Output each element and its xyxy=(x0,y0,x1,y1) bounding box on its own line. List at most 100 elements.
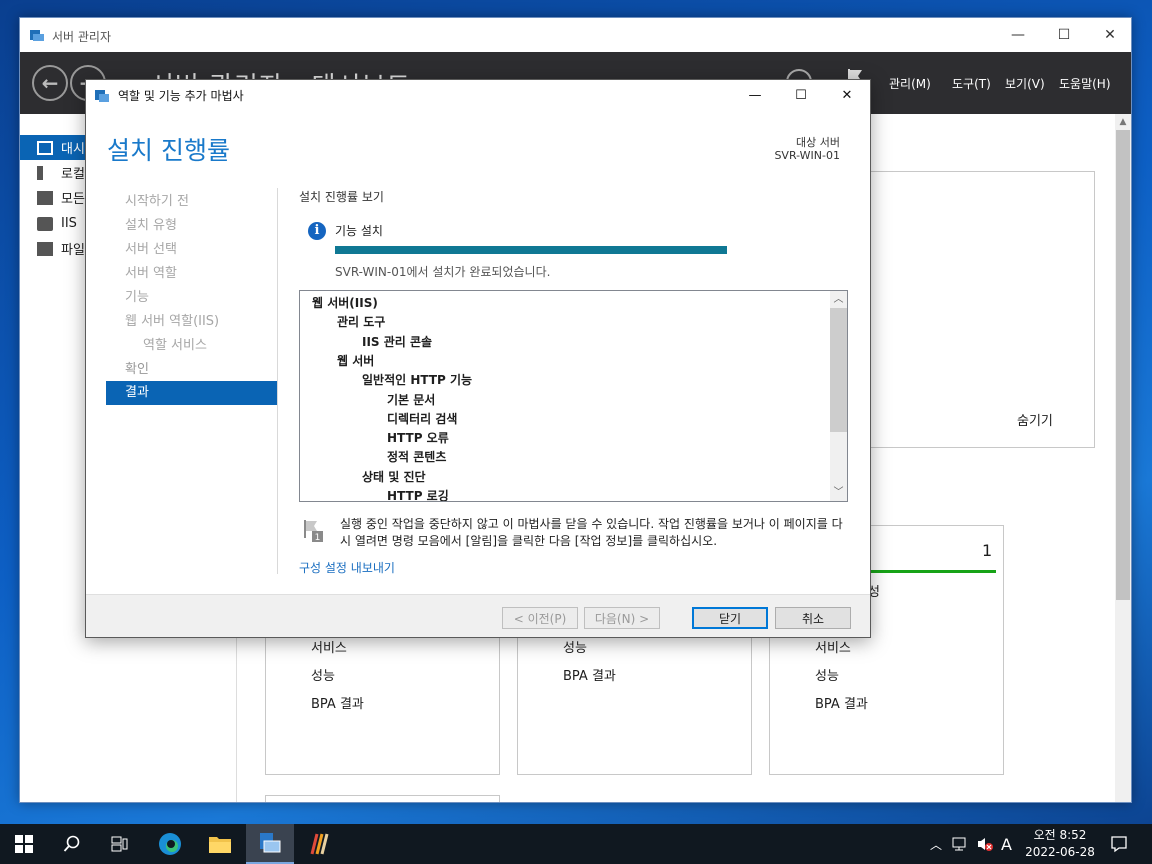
tile-item-bpa[interactable]: BPA 결과 xyxy=(815,693,868,712)
feature-tree-item: 웹 서버 xyxy=(337,353,375,368)
step-server-selection[interactable]: 서버 선택 xyxy=(106,238,277,261)
wizard-divider xyxy=(277,188,278,574)
progress-fill xyxy=(335,246,727,254)
installation-progress-bar xyxy=(335,246,727,254)
wizard-app-icon xyxy=(95,90,109,102)
menu-view[interactable]: 보기(V) xyxy=(1005,75,1045,92)
feature-installation-label: 기능 설치 xyxy=(335,224,383,238)
start-button[interactable] xyxy=(0,824,48,864)
scroll-down-icon[interactable]: ﹀ xyxy=(830,484,847,501)
menu-help[interactable]: 도움말(H) xyxy=(1059,75,1111,92)
show-hidden-icons-button[interactable]: ︿ xyxy=(930,824,942,864)
step-server-roles[interactable]: 서버 역할 xyxy=(106,262,277,285)
step-web-server-role[interactable]: 웹 서버 역할(IIS) xyxy=(106,310,277,333)
features-list-scrollbar[interactable]: ︿ ﹀ xyxy=(830,291,847,501)
scroll-thumb[interactable] xyxy=(830,308,847,432)
wizard-content: 설치 진행률 보기 i 기능 설치 SVR-WIN-01에서 설치가 완료되었습… xyxy=(299,188,849,578)
volume-muted-icon[interactable] xyxy=(976,824,994,864)
feature-tree-item: HTTP 로깅 xyxy=(387,489,449,502)
step-confirmation[interactable]: 확인 xyxy=(106,358,277,381)
minimize-button[interactable]: — xyxy=(995,18,1041,52)
scroll-thumb[interactable] xyxy=(1116,130,1130,600)
step-features[interactable]: 기능 xyxy=(106,286,277,309)
server-icon xyxy=(37,165,43,180)
wizard-footer: < 이전(P) 다음(N) > 닫기 취소 xyxy=(86,594,870,637)
hide-link[interactable]: 숨기기 xyxy=(1017,410,1053,429)
wizard-minimize-button[interactable]: — xyxy=(732,80,778,110)
step-results[interactable]: 결과 xyxy=(106,381,277,405)
menu-manage[interactable]: 관리(M) xyxy=(889,75,931,92)
close-wizard-button[interactable]: 닫기 xyxy=(692,607,768,629)
task-view-icon xyxy=(111,836,128,852)
server-manager-app-icon xyxy=(30,30,44,41)
tile-item-performance[interactable]: 성능 xyxy=(311,665,335,684)
action-center-button[interactable] xyxy=(1110,824,1128,864)
notification-flag-icon: 1 xyxy=(304,520,323,543)
search-button[interactable] xyxy=(48,824,96,864)
installation-status: SVR-WIN-01에서 설치가 완료되었습니다. xyxy=(335,265,551,279)
feature-tree-item: IIS 관리 콘솔 xyxy=(362,334,433,349)
scroll-up-icon[interactable]: ︿ xyxy=(830,291,847,308)
speaker-icon xyxy=(978,838,993,851)
feature-tree-item: 일반적인 HTTP 기능 xyxy=(362,373,473,388)
tile-item-services[interactable]: 서비스 xyxy=(815,637,851,656)
cancel-button[interactable]: 취소 xyxy=(775,607,851,629)
step-installation-type[interactable]: 설치 유형 xyxy=(106,214,277,237)
step-role-services[interactable]: 역할 서비스 xyxy=(106,334,277,357)
tile-item-bpa[interactable]: BPA 결과 xyxy=(563,665,616,684)
task-view-button[interactable] xyxy=(96,824,144,864)
server-manager-title: 서버 관리자 xyxy=(52,30,112,44)
feature-tree-item: 관리 도구 xyxy=(337,315,386,330)
server-manager-icon xyxy=(260,833,281,853)
tile-item-bpa[interactable]: BPA 결과 xyxy=(311,693,364,712)
menu-tools[interactable]: 도구(T) xyxy=(952,75,991,92)
windows-logo-icon xyxy=(15,835,33,853)
search-icon xyxy=(63,835,80,852)
previous-button[interactable]: < 이전(P) xyxy=(502,607,578,629)
wizard-maximize-button[interactable]: ☐ xyxy=(778,80,824,110)
tile-item-performance[interactable]: 성능 xyxy=(563,637,587,656)
feature-tree-item: 웹 서버(IIS) xyxy=(312,296,378,310)
dashboard-scrollbar[interactable]: ▲ xyxy=(1115,114,1131,802)
server-manager-taskbar-button[interactable] xyxy=(246,824,294,864)
iis-icon xyxy=(37,216,53,231)
installed-features-list[interactable]: ︿ ﹀ 웹 서버(IIS) 관리 도구 IIS 관리 콘솔웹 서버일반적인 HTTP… xyxy=(299,290,848,502)
notification-icon xyxy=(1111,836,1127,853)
welcome-panel: 숨기기 xyxy=(850,171,1095,448)
feature-tree-item: 상태 및 진단 xyxy=(362,469,426,484)
folder-icon xyxy=(209,837,231,853)
wizard-close-button[interactable]: ✕ xyxy=(824,80,870,110)
network-icon[interactable] xyxy=(951,824,969,864)
feature-tree-item: 정적 콘텐츠 xyxy=(387,450,447,465)
back-button[interactable]: ← xyxy=(32,65,68,101)
app-button[interactable] xyxy=(296,824,344,864)
step-before-you-begin[interactable]: 시작하기 전 xyxy=(106,190,277,213)
clock[interactable]: 오전 8:52 2022-06-28 xyxy=(1020,827,1100,861)
tile-partial xyxy=(265,795,500,802)
export-settings-link[interactable]: 구성 설정 내보내기 xyxy=(299,559,395,576)
status-bar xyxy=(856,570,996,573)
wizard-title: 역할 및 기능 추가 마법사 xyxy=(118,89,244,103)
app-stripes-icon xyxy=(310,833,329,855)
next-button[interactable]: 다음(N) > xyxy=(584,607,660,629)
view-progress-label: 설치 진행률 보기 xyxy=(299,190,384,204)
maximize-button[interactable]: ☐ xyxy=(1041,18,1087,52)
feature-tree-item: 기본 문서 xyxy=(387,392,436,407)
chevron-up-icon: ︿ xyxy=(930,837,943,852)
tile-item-performance[interactable]: 성능 xyxy=(815,665,839,684)
servers-icon xyxy=(37,190,53,205)
scroll-up-icon[interactable]: ▲ xyxy=(1115,114,1131,130)
edge-button[interactable] xyxy=(146,824,194,864)
feature-tree-item: HTTP 오류 xyxy=(387,431,449,446)
wizard-titlebar: 역할 및 기능 추가 마법사 — ☐ ✕ xyxy=(86,80,870,110)
feature-tree-item: 디렉터리 검색 xyxy=(387,411,458,426)
server-manager-titlebar: 서버 관리자 — ☐ ✕ xyxy=(20,18,1131,52)
edge-browser-icon xyxy=(159,833,181,855)
tile-item-services[interactable]: 서비스 xyxy=(311,637,347,656)
page-title: 설치 진행률 xyxy=(107,136,230,165)
file-explorer-button[interactable] xyxy=(196,824,244,864)
close-button[interactable]: ✕ xyxy=(1087,18,1131,52)
ime-indicator[interactable]: A xyxy=(1001,824,1012,864)
notification-badge: 1 xyxy=(315,533,321,543)
dashboard-icon xyxy=(37,140,53,155)
